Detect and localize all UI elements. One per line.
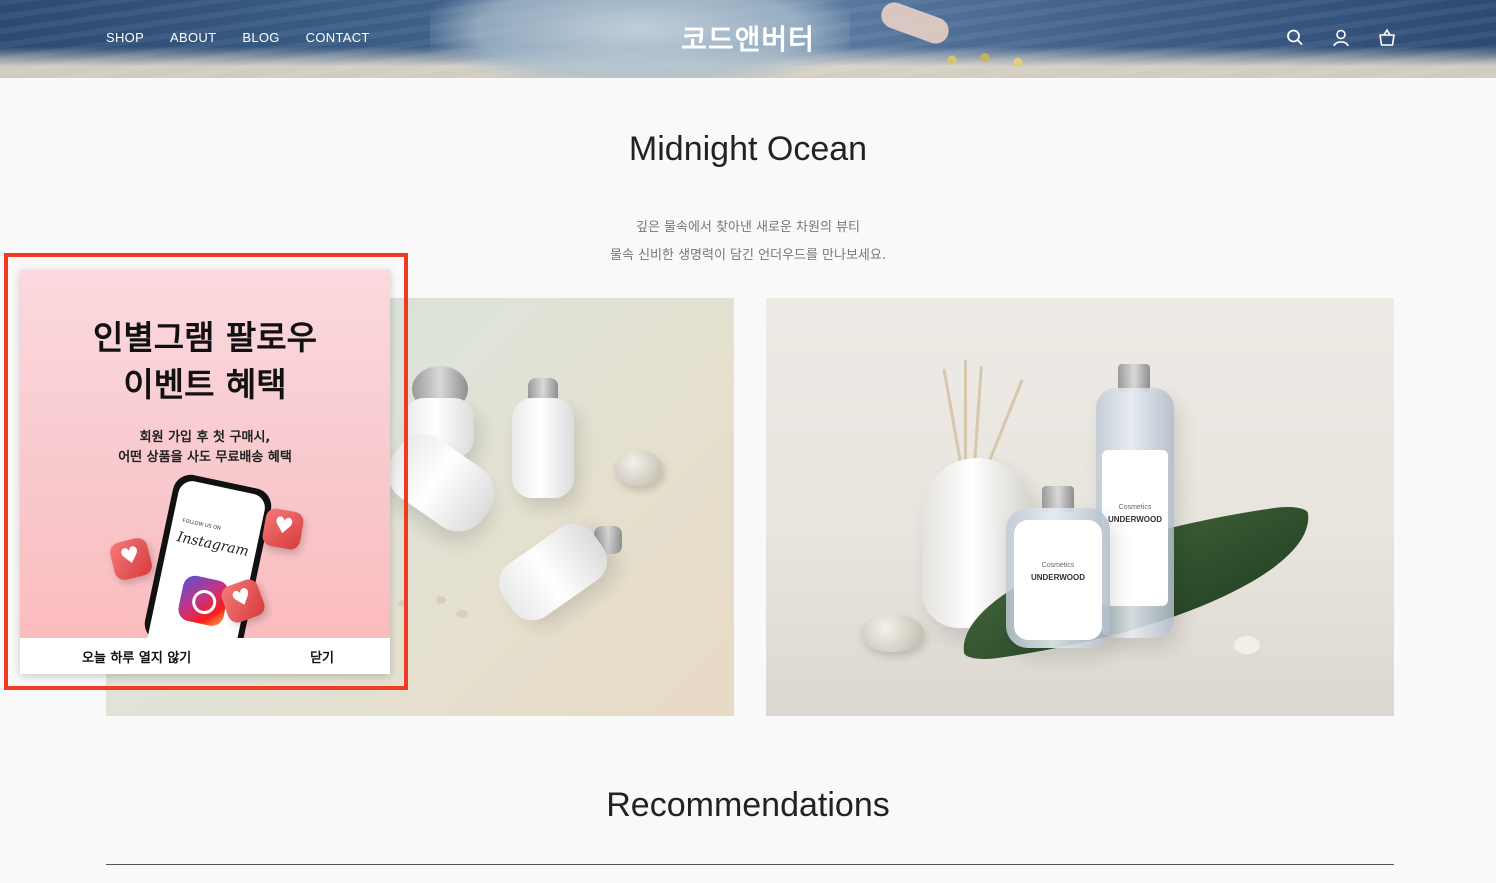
bottle-upright <box>512 398 574 498</box>
popup-desc-line-1: 회원 가입 후 첫 구매시, <box>139 430 271 445</box>
recommendations-divider <box>106 864 1394 865</box>
stone <box>614 450 662 486</box>
shell <box>456 610 468 618</box>
heart-badge-icon <box>107 535 155 583</box>
phone-illustration: FOLLOW US ON Instagram <box>141 471 275 659</box>
product-image-right[interactable]: Cosmetics UNDERWOOD Cosmetics UNDERWOOD <box>766 298 1394 716</box>
header-icons <box>1286 27 1396 49</box>
phone-screen: FOLLOW US ON Instagram <box>147 478 268 658</box>
dont-show-today-button[interactable]: 오늘 하루 열지 않기 <box>82 647 191 666</box>
popup-title-line-2: 이벤트 혜택 <box>123 365 287 404</box>
event-popup: 인별그램 팔로우 이벤트 혜택 회원 가입 후 첫 구매시, 어떤 상품을 사도… <box>20 270 390 674</box>
shopping-bag-icon[interactable] <box>1378 27 1396 49</box>
popup-description: 회원 가입 후 첫 구매시, 어떤 상품을 사도 무료배송 혜택 <box>20 428 390 468</box>
short-bottle-label: Cosmetics UNDERWOOD <box>1014 520 1102 640</box>
phone-instagram-text: Instagram <box>175 529 251 560</box>
stone <box>860 614 924 652</box>
heart-badge-icon <box>260 506 306 552</box>
popup-close-button[interactable]: 닫기 <box>310 647 334 666</box>
label-small-text: Cosmetics <box>1118 504 1152 511</box>
recommendations-title: Recommendations <box>606 786 890 824</box>
short-bottle: Cosmetics UNDERWOOD <box>1006 508 1110 648</box>
user-icon[interactable] <box>1332 27 1350 49</box>
phone-follow-text: FOLLOW US ON <box>182 517 222 532</box>
shell-2 <box>436 596 446 604</box>
label-small-text-2: Cosmetics <box>1041 562 1075 569</box>
label-brand-text-2: UNDERWOOD <box>1030 573 1086 582</box>
popup-title: 인별그램 팔로우 이벤트 혜택 <box>20 314 390 408</box>
label-brand-text: UNDERWOOD <box>1107 515 1163 524</box>
popup-title-line-1: 인별그램 팔로우 <box>92 318 317 357</box>
subtitle-line-1: 깊은 물속에서 찾아낸 새로운 차원의 뷰티 <box>636 220 860 235</box>
popup-footer: 오늘 하루 열지 않기 닫기 <box>20 638 390 674</box>
site-logo[interactable]: 코드앤버터 <box>0 18 1496 58</box>
popup-desc-line-2: 어떤 상품을 사도 무료배송 혜택 <box>118 450 292 465</box>
section-title: Midnight Ocean <box>628 130 868 168</box>
shell <box>1234 636 1260 654</box>
site-header: SHOP ABOUT BLOG CONTACT 코드앤버터 <box>0 0 1496 78</box>
tall-bottle-label: Cosmetics UNDERWOOD <box>1102 450 1168 606</box>
search-icon[interactable] <box>1286 27 1304 49</box>
